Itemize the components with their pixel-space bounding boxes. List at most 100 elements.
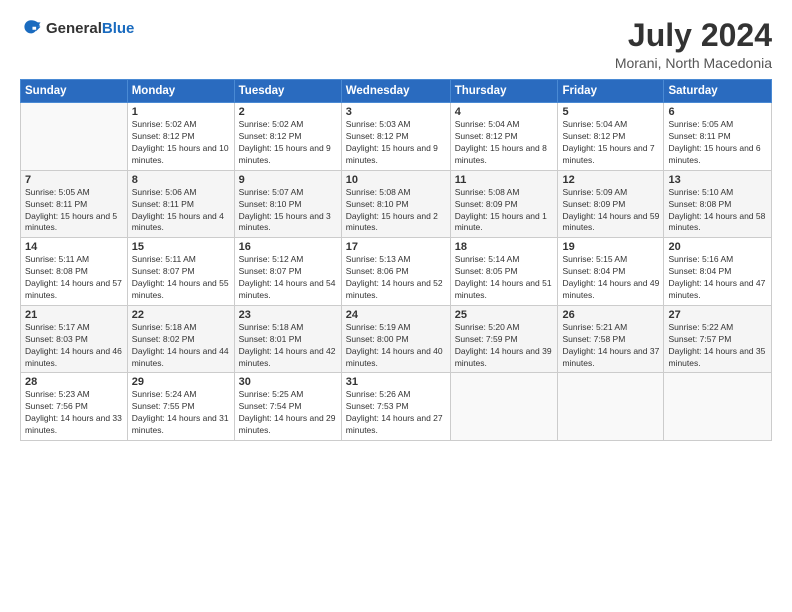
day-info: Sunrise: 5:05 AMSunset: 8:11 PMDaylight:… bbox=[25, 187, 123, 235]
calendar-cell: 15Sunrise: 5:11 AMSunset: 8:07 PMDayligh… bbox=[127, 238, 234, 306]
col-friday: Friday bbox=[558, 80, 664, 103]
calendar-cell: 25Sunrise: 5:20 AMSunset: 7:59 PMDayligh… bbox=[450, 305, 558, 373]
calendar-cell: 14Sunrise: 5:11 AMSunset: 8:08 PMDayligh… bbox=[21, 238, 128, 306]
day-number: 31 bbox=[346, 376, 446, 388]
day-number: 17 bbox=[346, 241, 446, 253]
day-number: 23 bbox=[239, 309, 337, 321]
col-monday: Monday bbox=[127, 80, 234, 103]
day-number: 6 bbox=[668, 106, 767, 118]
day-info: Sunrise: 5:02 AMSunset: 8:12 PMDaylight:… bbox=[132, 119, 230, 167]
calendar-cell: 29Sunrise: 5:24 AMSunset: 7:55 PMDayligh… bbox=[127, 373, 234, 441]
page: GeneralBlue July 2024 Morani, North Mace… bbox=[0, 0, 792, 612]
day-number: 8 bbox=[132, 174, 230, 186]
calendar-table: Sunday Monday Tuesday Wednesday Thursday… bbox=[20, 79, 772, 441]
calendar-cell: 21Sunrise: 5:17 AMSunset: 8:03 PMDayligh… bbox=[21, 305, 128, 373]
day-number: 30 bbox=[239, 376, 337, 388]
day-info: Sunrise: 5:14 AMSunset: 8:05 PMDaylight:… bbox=[455, 254, 554, 302]
day-info: Sunrise: 5:25 AMSunset: 7:54 PMDaylight:… bbox=[239, 389, 337, 437]
day-info: Sunrise: 5:08 AMSunset: 8:10 PMDaylight:… bbox=[346, 187, 446, 235]
day-number: 10 bbox=[346, 174, 446, 186]
calendar-cell: 31Sunrise: 5:26 AMSunset: 7:53 PMDayligh… bbox=[341, 373, 450, 441]
col-wednesday: Wednesday bbox=[341, 80, 450, 103]
calendar-cell: 11Sunrise: 5:08 AMSunset: 8:09 PMDayligh… bbox=[450, 170, 558, 238]
day-number: 4 bbox=[455, 106, 554, 118]
logo-icon bbox=[20, 18, 42, 40]
day-number: 13 bbox=[668, 174, 767, 186]
day-info: Sunrise: 5:11 AMSunset: 8:07 PMDaylight:… bbox=[132, 254, 230, 302]
calendar-week-row: 28Sunrise: 5:23 AMSunset: 7:56 PMDayligh… bbox=[21, 373, 772, 441]
calendar-cell: 16Sunrise: 5:12 AMSunset: 8:07 PMDayligh… bbox=[234, 238, 341, 306]
day-info: Sunrise: 5:10 AMSunset: 8:08 PMDaylight:… bbox=[668, 187, 767, 235]
day-info: Sunrise: 5:07 AMSunset: 8:10 PMDaylight:… bbox=[239, 187, 337, 235]
calendar-cell: 10Sunrise: 5:08 AMSunset: 8:10 PMDayligh… bbox=[341, 170, 450, 238]
day-number: 21 bbox=[25, 309, 123, 321]
calendar-header-row: Sunday Monday Tuesday Wednesday Thursday… bbox=[21, 80, 772, 103]
day-info: Sunrise: 5:17 AMSunset: 8:03 PMDaylight:… bbox=[25, 322, 123, 370]
calendar-cell bbox=[450, 373, 558, 441]
header: GeneralBlue July 2024 Morani, North Mace… bbox=[20, 18, 772, 71]
day-info: Sunrise: 5:11 AMSunset: 8:08 PMDaylight:… bbox=[25, 254, 123, 302]
calendar-cell bbox=[558, 373, 664, 441]
day-info: Sunrise: 5:12 AMSunset: 8:07 PMDaylight:… bbox=[239, 254, 337, 302]
day-info: Sunrise: 5:18 AMSunset: 8:02 PMDaylight:… bbox=[132, 322, 230, 370]
day-number: 22 bbox=[132, 309, 230, 321]
col-sunday: Sunday bbox=[21, 80, 128, 103]
calendar-cell: 13Sunrise: 5:10 AMSunset: 8:08 PMDayligh… bbox=[664, 170, 772, 238]
month-year: July 2024 bbox=[615, 18, 772, 53]
calendar-cell: 28Sunrise: 5:23 AMSunset: 7:56 PMDayligh… bbox=[21, 373, 128, 441]
logo-text-blue: Blue bbox=[102, 20, 135, 37]
title-area: July 2024 Morani, North Macedonia bbox=[615, 18, 772, 71]
day-info: Sunrise: 5:20 AMSunset: 7:59 PMDaylight:… bbox=[455, 322, 554, 370]
day-number: 1 bbox=[132, 106, 230, 118]
calendar-cell: 30Sunrise: 5:25 AMSunset: 7:54 PMDayligh… bbox=[234, 373, 341, 441]
day-number: 9 bbox=[239, 174, 337, 186]
calendar-cell: 8Sunrise: 5:06 AMSunset: 8:11 PMDaylight… bbox=[127, 170, 234, 238]
calendar-cell: 9Sunrise: 5:07 AMSunset: 8:10 PMDaylight… bbox=[234, 170, 341, 238]
calendar-week-row: 7Sunrise: 5:05 AMSunset: 8:11 PMDaylight… bbox=[21, 170, 772, 238]
day-number: 5 bbox=[562, 106, 659, 118]
day-number: 2 bbox=[239, 106, 337, 118]
day-number: 7 bbox=[25, 174, 123, 186]
calendar-cell bbox=[21, 103, 128, 171]
calendar-cell: 17Sunrise: 5:13 AMSunset: 8:06 PMDayligh… bbox=[341, 238, 450, 306]
day-number: 20 bbox=[668, 241, 767, 253]
day-info: Sunrise: 5:26 AMSunset: 7:53 PMDaylight:… bbox=[346, 389, 446, 437]
calendar-cell: 6Sunrise: 5:05 AMSunset: 8:11 PMDaylight… bbox=[664, 103, 772, 171]
calendar-week-row: 14Sunrise: 5:11 AMSunset: 8:08 PMDayligh… bbox=[21, 238, 772, 306]
day-info: Sunrise: 5:03 AMSunset: 8:12 PMDaylight:… bbox=[346, 119, 446, 167]
calendar-cell: 19Sunrise: 5:15 AMSunset: 8:04 PMDayligh… bbox=[558, 238, 664, 306]
logo-text-general: General bbox=[46, 20, 102, 37]
day-number: 28 bbox=[25, 376, 123, 388]
calendar-cell: 7Sunrise: 5:05 AMSunset: 8:11 PMDaylight… bbox=[21, 170, 128, 238]
day-number: 3 bbox=[346, 106, 446, 118]
calendar-cell: 3Sunrise: 5:03 AMSunset: 8:12 PMDaylight… bbox=[341, 103, 450, 171]
day-info: Sunrise: 5:08 AMSunset: 8:09 PMDaylight:… bbox=[455, 187, 554, 235]
location: Morani, North Macedonia bbox=[615, 55, 772, 71]
day-number: 26 bbox=[562, 309, 659, 321]
day-info: Sunrise: 5:23 AMSunset: 7:56 PMDaylight:… bbox=[25, 389, 123, 437]
day-number: 19 bbox=[562, 241, 659, 253]
day-info: Sunrise: 5:21 AMSunset: 7:58 PMDaylight:… bbox=[562, 322, 659, 370]
day-number: 25 bbox=[455, 309, 554, 321]
calendar-cell: 2Sunrise: 5:02 AMSunset: 8:12 PMDaylight… bbox=[234, 103, 341, 171]
calendar-cell: 12Sunrise: 5:09 AMSunset: 8:09 PMDayligh… bbox=[558, 170, 664, 238]
day-info: Sunrise: 5:06 AMSunset: 8:11 PMDaylight:… bbox=[132, 187, 230, 235]
day-info: Sunrise: 5:24 AMSunset: 7:55 PMDaylight:… bbox=[132, 389, 230, 437]
day-info: Sunrise: 5:19 AMSunset: 8:00 PMDaylight:… bbox=[346, 322, 446, 370]
calendar-cell: 4Sunrise: 5:04 AMSunset: 8:12 PMDaylight… bbox=[450, 103, 558, 171]
day-number: 11 bbox=[455, 174, 554, 186]
calendar-cell bbox=[664, 373, 772, 441]
col-thursday: Thursday bbox=[450, 80, 558, 103]
day-info: Sunrise: 5:13 AMSunset: 8:06 PMDaylight:… bbox=[346, 254, 446, 302]
day-number: 29 bbox=[132, 376, 230, 388]
calendar-cell: 24Sunrise: 5:19 AMSunset: 8:00 PMDayligh… bbox=[341, 305, 450, 373]
day-number: 12 bbox=[562, 174, 659, 186]
day-info: Sunrise: 5:05 AMSunset: 8:11 PMDaylight:… bbox=[668, 119, 767, 167]
col-tuesday: Tuesday bbox=[234, 80, 341, 103]
day-number: 24 bbox=[346, 309, 446, 321]
day-info: Sunrise: 5:16 AMSunset: 8:04 PMDaylight:… bbox=[668, 254, 767, 302]
calendar-cell: 26Sunrise: 5:21 AMSunset: 7:58 PMDayligh… bbox=[558, 305, 664, 373]
day-number: 14 bbox=[25, 241, 123, 253]
day-info: Sunrise: 5:04 AMSunset: 8:12 PMDaylight:… bbox=[562, 119, 659, 167]
logo: GeneralBlue bbox=[20, 18, 134, 40]
